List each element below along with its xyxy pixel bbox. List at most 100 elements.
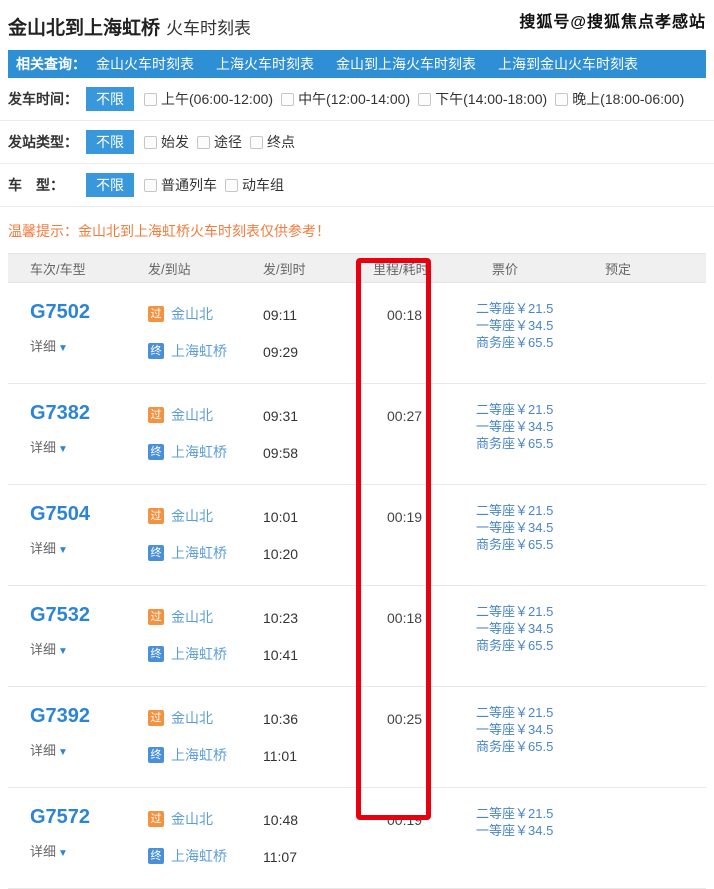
related-link-jinshan[interactable]: 金山火车时刻表: [96, 54, 194, 74]
option-label[interactable]: 终点: [267, 132, 295, 152]
related-link-jinshan-to-shanghai[interactable]: 金山到上海火车时刻表: [336, 54, 476, 74]
detail-toggle[interactable]: 详细▼: [30, 740, 148, 759]
option-label[interactable]: 始发: [161, 132, 189, 152]
from-station-link[interactable]: 金山北: [171, 607, 213, 627]
price-second-class: 二等座￥21.5: [476, 603, 605, 620]
detail-toggle[interactable]: 详细▼: [30, 437, 148, 456]
train-number-link[interactable]: G7502: [30, 301, 148, 324]
checkbox-via[interactable]: [197, 136, 210, 149]
col-train: 车次/车型: [8, 259, 148, 278]
pass-badge: 过: [148, 609, 164, 625]
checkbox-evening[interactable]: [555, 93, 568, 106]
price-first-class: 一等座￥34.5: [476, 620, 605, 637]
price-business-class: 商务座￥65.5: [476, 435, 605, 452]
train-schedule-page: 金山北到上海虹桥火车时刻表 搜狐号@搜狐焦点孝感站 相关查询： 金山火车时刻表 …: [0, 0, 714, 867]
detail-toggle[interactable]: 详细▼: [30, 538, 148, 557]
col-booking: 预定: [605, 259, 706, 278]
arrival-time: 09:29: [263, 344, 373, 362]
pass-badge: 过: [148, 306, 164, 322]
checkbox-origin[interactable]: [144, 136, 157, 149]
to-station-link[interactable]: 上海虹桥: [171, 644, 227, 664]
option-label[interactable]: 中午(12:00-14:00): [298, 89, 410, 109]
detail-toggle[interactable]: 详细▼: [30, 841, 148, 860]
price-first-class: 一等座￥34.5: [476, 721, 605, 738]
from-station-link[interactable]: 金山北: [171, 506, 213, 526]
to-station-link[interactable]: 上海虹桥: [171, 543, 227, 563]
pass-badge: 过: [148, 407, 164, 423]
detail-toggle[interactable]: 详细▼: [30, 336, 148, 355]
chevron-down-icon: ▼: [58, 646, 68, 657]
checkbox-morning[interactable]: [144, 93, 157, 106]
to-station-link[interactable]: 上海虹桥: [171, 745, 227, 765]
checkbox-noon[interactable]: [281, 93, 294, 106]
departure-time: 10:23: [263, 610, 373, 628]
checkbox-afternoon[interactable]: [418, 93, 431, 106]
checkbox-emu-train[interactable]: [225, 179, 238, 192]
chevron-down-icon: ▼: [58, 444, 68, 455]
train-number-link[interactable]: G7392: [30, 705, 148, 728]
departure-time: 09:31: [263, 408, 373, 426]
price-second-class: 二等座￥21.5: [476, 502, 605, 519]
chevron-down-icon: ▼: [58, 545, 68, 556]
filter-label: 车 型：: [8, 175, 86, 195]
detail-toggle[interactable]: 详细▼: [30, 639, 148, 658]
price-business-class: 商务座￥65.5: [476, 637, 605, 654]
train-number-link[interactable]: G7504: [30, 503, 148, 526]
checkbox-terminal[interactable]: [250, 136, 263, 149]
duration: 00:18: [373, 307, 476, 323]
departure-time: 09:11: [263, 307, 373, 325]
booking-cell: [605, 485, 706, 585]
price-first-class: 一等座￥34.5: [476, 418, 605, 435]
booking-cell: [605, 687, 706, 787]
price-first-class: 一等座￥34.5: [476, 317, 605, 334]
checkbox-regular-train[interactable]: [144, 179, 157, 192]
from-station-link[interactable]: 金山北: [171, 708, 213, 728]
departure-time: 10:48: [263, 812, 373, 830]
pass-badge: 过: [148, 710, 164, 726]
pass-badge: 过: [148, 508, 164, 524]
related-links-label: 相关查询：: [16, 54, 86, 74]
price-second-class: 二等座￥21.5: [476, 300, 605, 317]
table-header: 车次/车型 发/到站 发/到时 里程/耗时 票价 预定: [8, 253, 706, 283]
table-row: G7392 详细▼ 过金山北 终上海虹桥 10:36 11:01 00:25 二…: [8, 687, 706, 788]
train-number-link[interactable]: G7382: [30, 402, 148, 425]
departure-time: 10:36: [263, 711, 373, 729]
duration: 00:25: [373, 711, 476, 727]
option-label[interactable]: 下午(14:00-18:00): [435, 89, 547, 109]
train-number-link[interactable]: G7532: [30, 604, 148, 627]
any-time-button[interactable]: 不限: [86, 87, 134, 111]
related-link-shanghai-to-jinshan[interactable]: 上海到金山火车时刻表: [498, 54, 638, 74]
from-station-link[interactable]: 金山北: [171, 809, 213, 829]
notice-text: 温馨提示：金山北到上海虹桥火车时刻表仅供参考！: [0, 207, 714, 253]
any-train-type-button[interactable]: 不限: [86, 173, 134, 197]
table-row: G7532 详细▼ 过金山北 终上海虹桥 10:23 10:41 00:18 二…: [8, 586, 706, 687]
terminal-badge: 终: [148, 343, 164, 359]
table-row: G7572 详细▼ 过金山北 终上海虹桥 10:48 11:07 00:19 二…: [8, 788, 706, 889]
option-label[interactable]: 普通列车: [161, 175, 217, 195]
booking-cell: [605, 586, 706, 686]
to-station-link[interactable]: 上海虹桥: [171, 846, 227, 866]
any-station-type-button[interactable]: 不限: [86, 130, 134, 154]
price-first-class: 一等座￥34.5: [476, 822, 605, 839]
duration: 00:18: [373, 610, 476, 626]
price-business-class: 商务座￥65.5: [476, 738, 605, 755]
terminal-badge: 终: [148, 545, 164, 561]
to-station-link[interactable]: 上海虹桥: [171, 341, 227, 361]
departure-time: 10:01: [263, 509, 373, 527]
train-number-link[interactable]: G7572: [30, 806, 148, 829]
col-times: 发/到时: [263, 259, 373, 278]
from-station-link[interactable]: 金山北: [171, 304, 213, 324]
pass-badge: 过: [148, 811, 164, 827]
filter-train-type: 车 型： 不限 普通列车 动车组: [0, 164, 714, 207]
filter-label: 发站类型：: [8, 132, 86, 152]
from-station-link[interactable]: 金山北: [171, 405, 213, 425]
to-station-link[interactable]: 上海虹桥: [171, 442, 227, 462]
option-label[interactable]: 上午(06:00-12:00): [161, 89, 273, 109]
table-row: G7502 详细▼ 过金山北 终上海虹桥 09:11 09:29 00:18 二…: [8, 283, 706, 384]
duration: 00:19: [373, 812, 476, 828]
chevron-down-icon: ▼: [58, 343, 68, 354]
option-label[interactable]: 晚上(18:00-06:00): [572, 89, 684, 109]
option-label[interactable]: 途径: [214, 132, 242, 152]
option-label[interactable]: 动车组: [242, 175, 284, 195]
related-link-shanghai[interactable]: 上海火车时刻表: [216, 54, 314, 74]
